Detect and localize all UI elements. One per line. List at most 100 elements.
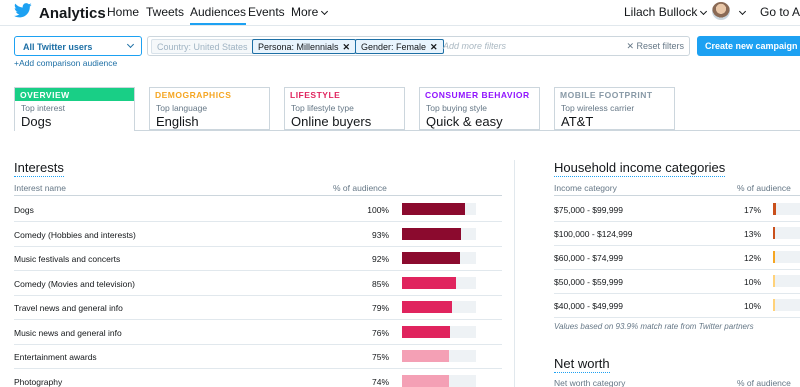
filter-bar: All Twitter users Country: United States… — [0, 36, 800, 58]
bar-fill — [773, 299, 775, 311]
tab-overview[interactable]: OVERVIEW Top interest Dogs — [14, 87, 135, 131]
bar-fill — [773, 227, 776, 239]
tab-value: Online buyers — [291, 114, 372, 129]
bar-track — [402, 203, 476, 215]
audience-select-value: All Twitter users — [23, 42, 93, 52]
row-divider — [14, 221, 502, 222]
filter-chip-country[interactable]: Country: United States — [151, 39, 254, 54]
filter-chip-persona[interactable]: Persona: Millennials ✕ — [252, 39, 357, 54]
tab-heading: MOBILE FOOTPRINT — [560, 90, 653, 100]
reset-filters-label: Reset filters — [636, 41, 684, 51]
bar-track — [402, 276, 476, 289]
row-label: $100,000 - $124,999 — [554, 229, 633, 239]
tab-subtitle: Top interest — [21, 103, 65, 113]
nav-more-label: More — [291, 5, 319, 19]
row-label: Comedy (Movies and television) — [14, 278, 135, 289]
add-comparison-link[interactable]: +Add comparison audience — [14, 58, 117, 68]
row-divider — [554, 317, 800, 318]
nav-tweets[interactable]: Tweets — [146, 5, 184, 19]
bar-track — [773, 203, 800, 215]
interests-header-rule — [14, 195, 502, 196]
tab-demographics[interactable]: DEMOGRAPHICS Top language English — [149, 87, 270, 130]
bar-fill — [402, 350, 450, 362]
row-label: Music news and general info — [14, 327, 122, 338]
audience-select[interactable]: All Twitter users — [14, 36, 142, 56]
tab-subtitle: Top lifestyle type — [291, 103, 354, 113]
row-percent: 13% — [743, 229, 761, 239]
row-divider — [554, 245, 800, 246]
bar-track — [402, 350, 476, 362]
tab-subtitle: Top wireless carrier — [561, 103, 635, 113]
bar-track — [402, 325, 476, 338]
row-divider — [14, 343, 502, 345]
row-percent: 79% — [371, 303, 389, 313]
networth-col-name: Net worth category — [554, 378, 626, 387]
row-percent: 74% — [371, 376, 389, 387]
tab-heading: LIFESTYLE — [290, 90, 341, 100]
bar-fill — [402, 203, 465, 215]
user-name: Lilach Bullock — [624, 5, 698, 19]
row-divider — [14, 319, 502, 320]
bar-fill — [773, 251, 776, 263]
tab-consumer-behavior[interactable]: CONSUMER BEHAVIOR Top buying style Quick &… — [419, 87, 540, 130]
brand[interactable]: Analytics — [14, 3, 106, 23]
bar-track — [402, 301, 476, 313]
close-icon: ✕ — [626, 41, 637, 51]
row-label: $75,000 - $99,999 — [554, 205, 624, 215]
close-icon[interactable]: ✕ — [343, 42, 351, 52]
tab-heading: OVERVIEW — [15, 88, 134, 101]
tab-subtitle: Top buying style — [426, 103, 487, 113]
match-rate-note: Values based on 93.9% match rate from Tw… — [554, 322, 754, 331]
bar-track — [773, 227, 800, 239]
nav-audiences[interactable]: Audiences — [190, 5, 247, 25]
row-label: Music festivals and concerts — [14, 254, 121, 264]
chevron-down-icon — [738, 7, 747, 16]
row-divider — [14, 245, 502, 247]
filter-box[interactable]: Country: United States Persona: Millenni… — [147, 36, 690, 56]
bar-fill — [402, 276, 456, 289]
chevron-down-icon — [700, 7, 708, 16]
nav-more[interactable]: More — [291, 5, 329, 19]
row-label: Comedy (Hobbies and interests) — [14, 229, 136, 240]
bar-fill — [402, 227, 461, 240]
row-percent: 17% — [743, 205, 761, 215]
tab-subtitle: Top language — [156, 103, 208, 113]
nav-home[interactable]: Home — [107, 5, 139, 19]
tab-mobile-footprint[interactable]: MOBILE FOOTPRINT Top wireless carrier AT&T — [554, 87, 675, 130]
reset-filters-button[interactable]: ✕ Reset filters — [626, 41, 684, 52]
row-percent: 100% — [367, 205, 389, 215]
bar-fill — [402, 252, 460, 264]
tab-lifestyle[interactable]: LIFESTYLE Top lifestyle type Online buyers — [284, 87, 405, 130]
filter-chip-label: Country: United States — [157, 42, 248, 52]
row-label: $50,000 - $59,999 — [554, 277, 624, 287]
row-percent: 76% — [371, 327, 389, 338]
create-campaign-label: Create new campaign — [705, 41, 798, 51]
avatar[interactable] — [712, 2, 730, 20]
bar-fill — [402, 325, 450, 338]
create-campaign-button[interactable]: Create new campaign — [697, 36, 800, 56]
filter-chip-gender[interactable]: Gender: Female ✕ — [355, 39, 444, 54]
row-label: $40,000 - $49,999 — [554, 301, 624, 311]
row-label: Entertainment awards — [14, 352, 97, 362]
avatar-menu-chevron[interactable] — [736, 5, 747, 19]
bar-track — [402, 374, 476, 387]
row-percent: 10% — [743, 277, 761, 287]
row-divider — [14, 270, 502, 271]
row-percent: 93% — [371, 229, 389, 240]
user-menu[interactable]: Lilach Bullock — [624, 5, 708, 19]
chevron-down-icon — [321, 7, 329, 16]
add-filters-input[interactable]: Add more filters — [443, 41, 506, 51]
goto-ads-link[interactable]: Go to Ads — [760, 5, 800, 19]
row-label: Photography — [14, 376, 63, 387]
row-divider — [554, 293, 800, 294]
tab-value: Quick & easy — [426, 114, 503, 129]
bar-track — [402, 252, 476, 264]
close-icon[interactable]: ✕ — [430, 42, 438, 52]
filter-chip-label: Gender: Female — [361, 42, 427, 52]
bar-track — [402, 227, 476, 240]
row-percent: 12% — [743, 253, 761, 263]
row-label: Dogs — [14, 205, 34, 215]
bar-fill — [773, 203, 776, 215]
nav-events[interactable]: Events — [248, 5, 285, 19]
row-percent: 75% — [371, 352, 389, 362]
